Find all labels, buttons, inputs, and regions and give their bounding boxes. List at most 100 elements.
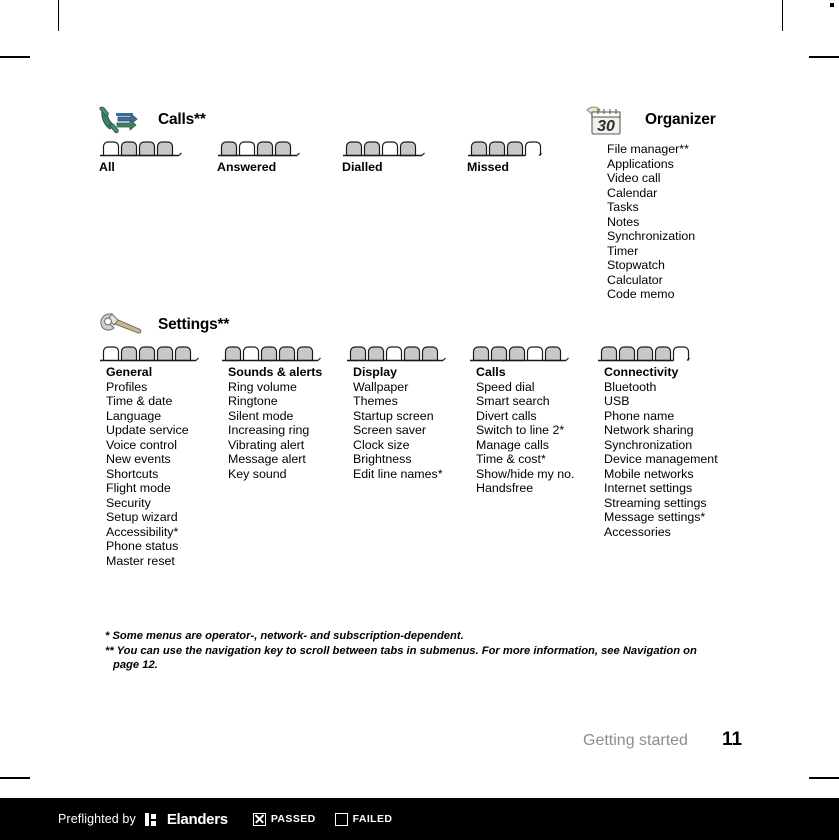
list-item[interactable]: Divert calls (476, 409, 575, 424)
calls-title: Calls** (158, 111, 206, 128)
tab-indicator-missed (467, 138, 551, 157)
settings-heading-display: Display (353, 365, 398, 379)
calls-heading: Calls** (96, 103, 206, 137)
list-item[interactable]: Show/hide my no. (476, 467, 575, 482)
settings-list-general: General Profiles Time & date Language Up… (106, 365, 199, 568)
list-item[interactable]: Bluetooth (604, 380, 718, 395)
list-item[interactable]: Time & date (106, 394, 199, 409)
list-item[interactable]: Streaming settings (604, 496, 718, 511)
tab-indicator-sounds[interactable] (221, 343, 322, 362)
organizer-menu-list: File manager** Applications Video call C… (607, 142, 716, 302)
settings-heading-connectivity: Connectivity (604, 365, 679, 379)
list-item[interactable]: Smart search (476, 394, 575, 409)
footnote-continuation: page 12. (113, 659, 158, 672)
list-item[interactable]: Silent mode (228, 409, 322, 424)
svg-text:30: 30 (597, 118, 615, 135)
calls-tab-label-dialled: Dialled (342, 160, 383, 174)
passed-label: PASSED (270, 813, 316, 825)
tab-indicator-connectivity[interactable] (597, 343, 718, 362)
settings-column-sounds: Sounds & alerts Ring volume Ringtone Sil… (221, 343, 322, 481)
list-item[interactable]: Voice control (106, 438, 199, 453)
list-item[interactable]: Internet settings (604, 481, 718, 496)
list-item[interactable]: Code memo (607, 287, 716, 302)
list-item[interactable]: Startup screen (353, 409, 446, 424)
list-item[interactable]: Time & cost* (476, 452, 575, 467)
tab-indicator-all (99, 138, 183, 157)
list-item[interactable]: Timer (607, 244, 716, 259)
list-item[interactable]: Accessibility* (106, 525, 199, 540)
list-item[interactable]: Setup wizard (106, 510, 199, 525)
list-item[interactable]: Stopwatch (607, 258, 716, 273)
list-item[interactable]: Themes (353, 394, 446, 409)
list-item[interactable]: Message alert (228, 452, 322, 467)
section-calls: Calls** All Answered Dialled Missed (96, 103, 542, 174)
list-item[interactable]: Ringtone (228, 394, 322, 409)
list-item[interactable]: Network sharing (604, 423, 718, 438)
list-item[interactable]: Profiles (106, 380, 199, 395)
list-item[interactable]: Ring volume (228, 380, 322, 395)
calls-tabgroup-dialled[interactable]: Dialled (342, 138, 426, 175)
list-item[interactable]: New events (106, 452, 199, 467)
organizer-title: Organizer (645, 111, 716, 128)
calls-tabgroup-missed[interactable]: Missed (467, 138, 551, 175)
page-number: 11 (721, 729, 743, 750)
list-item[interactable]: File manager** (607, 142, 716, 157)
phone-calls-icon (96, 104, 144, 137)
settings-list-display: Display Wallpaper Themes Startup screen … (353, 365, 446, 481)
tab-indicator-answered (217, 138, 301, 157)
list-item[interactable]: Vibrating alert (228, 438, 322, 453)
list-item[interactable]: Accessories (604, 525, 718, 540)
calls-tabgroup-all[interactable]: All (99, 138, 183, 175)
checked-box-icon (252, 812, 266, 826)
list-item[interactable]: Shortcuts (106, 467, 199, 482)
settings-column-general: General Profiles Time & date Language Up… (99, 343, 199, 568)
list-item[interactable]: Phone name (604, 409, 718, 424)
list-item[interactable]: Phone status (106, 539, 199, 554)
list-item[interactable]: Wallpaper (353, 380, 446, 395)
list-item[interactable]: Device management (604, 452, 718, 467)
list-item[interactable]: USB (604, 394, 718, 409)
list-item[interactable]: Video call (607, 171, 716, 186)
preflight-passed[interactable]: PASSED (252, 812, 316, 826)
calls-tab-label-answered: Answered (217, 160, 277, 174)
list-item[interactable]: Notes (607, 215, 716, 230)
list-item[interactable]: Key sound (228, 467, 322, 482)
list-item[interactable]: Language (106, 409, 199, 424)
tab-indicator-display[interactable] (346, 343, 446, 362)
list-item[interactable]: Mobile networks (604, 467, 718, 482)
list-item[interactable]: Edit line names* (353, 467, 446, 482)
footnote-double-asterisk: ** You can use the navigation key to scr… (105, 644, 697, 657)
tab-indicator-dialled (342, 138, 426, 157)
list-item[interactable]: Screen saver (353, 423, 446, 438)
list-item[interactable]: Master reset (106, 554, 199, 569)
list-item[interactable]: Calendar (607, 186, 716, 201)
list-item[interactable]: Speed dial (476, 380, 575, 395)
list-item[interactable]: Calculator (607, 273, 716, 288)
calls-tab-label-missed: Missed (467, 160, 510, 174)
list-item[interactable]: Security (106, 496, 199, 511)
list-item[interactable]: Manage calls (476, 438, 575, 453)
list-item[interactable]: Switch to line 2* (476, 423, 575, 438)
list-item[interactable]: Synchronization (607, 229, 716, 244)
tab-indicator-general[interactable] (99, 343, 199, 362)
list-item[interactable]: Handsfree (476, 481, 575, 496)
list-item[interactable]: Brightness (353, 452, 446, 467)
settings-list-calls: Calls Speed dial Smart search Divert cal… (476, 365, 575, 496)
elanders-logo-icon (144, 812, 156, 826)
settings-column-display: Display Wallpaper Themes Startup screen … (346, 343, 446, 481)
list-item[interactable]: Update service (106, 423, 199, 438)
list-item[interactable]: Clock size (353, 438, 446, 453)
preflight-failed[interactable]: FAILED (334, 812, 393, 826)
list-item[interactable]: Tasks (607, 200, 716, 215)
preflight-content: Preflighted by Elanders PASSED FAILED (58, 806, 392, 832)
list-item[interactable]: Flight mode (106, 481, 199, 496)
unchecked-box-icon (334, 812, 348, 826)
list-item[interactable]: Applications (607, 157, 716, 172)
tab-indicator-settings-calls[interactable] (469, 343, 575, 362)
list-item[interactable]: Synchronization (604, 438, 718, 453)
list-item[interactable]: Message settings* (604, 510, 718, 525)
calls-tabgroup-answered[interactable]: Answered (217, 138, 301, 175)
list-item[interactable]: Increasing ring (228, 423, 322, 438)
preflight-bar: Preflighted by Elanders PASSED FAILED (0, 798, 839, 840)
preflight-brand: Elanders (166, 810, 228, 828)
